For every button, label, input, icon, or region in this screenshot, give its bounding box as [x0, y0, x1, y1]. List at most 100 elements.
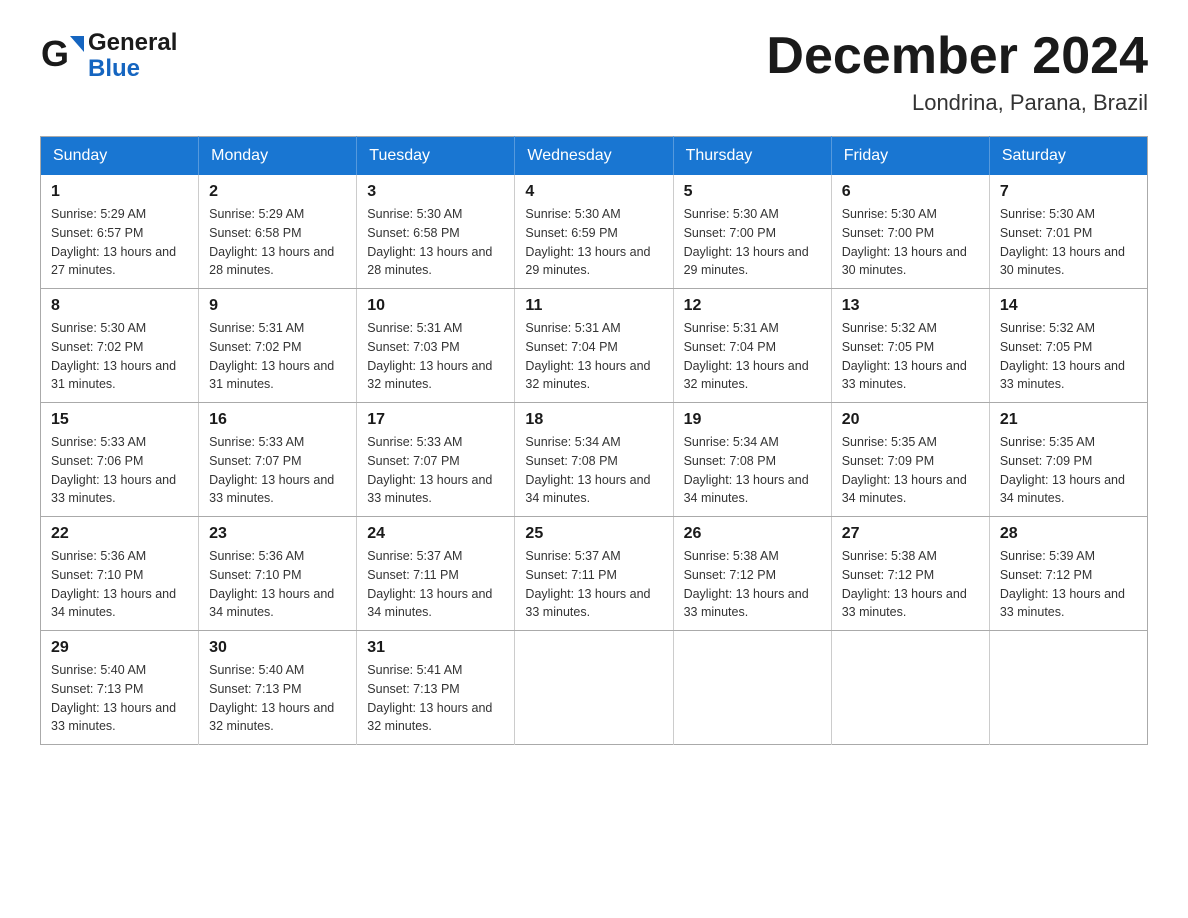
day-info: Sunrise: 5:30 AMSunset: 6:58 PMDaylight:… — [367, 205, 504, 280]
day-cell-31: 31 Sunrise: 5:41 AMSunset: 7:13 PMDayligh… — [357, 631, 515, 745]
day-cell-12: 12 Sunrise: 5:31 AMSunset: 7:04 PMDayligh… — [673, 289, 831, 403]
week-row-1: 1Sunrise: 5:29 AMSunset: 6:57 PMDaylight… — [41, 175, 1148, 289]
title-area: December 2024 Londrina, Parana, Brazil — [766, 30, 1148, 116]
day-cell-23: 23 Sunrise: 5:36 AMSunset: 7:10 PMDayligh… — [199, 517, 357, 631]
day-info: Sunrise: 5:29 AMSunset: 6:58 PMDaylight:… — [209, 205, 346, 280]
day-cell-2: 2 Sunrise: 5:29 AMSunset: 6:58 PMDaylight… — [199, 175, 357, 289]
day-number: 21 — [1000, 411, 1137, 429]
day-info: Sunrise: 5:30 AMSunset: 7:00 PMDaylight:… — [842, 205, 979, 280]
empty-cell — [989, 631, 1147, 745]
day-number: 1 — [51, 183, 188, 201]
day-number: 6 — [842, 183, 979, 201]
day-cell-1: 1Sunrise: 5:29 AMSunset: 6:57 PMDaylight… — [41, 175, 199, 289]
day-number: 9 — [209, 297, 346, 315]
day-number: 10 — [367, 297, 504, 315]
weekday-header-sunday: Sunday — [41, 137, 199, 176]
day-number: 7 — [1000, 183, 1137, 201]
day-info: Sunrise: 5:31 AMSunset: 7:03 PMDaylight:… — [367, 319, 504, 394]
day-cell-8: 8 Sunrise: 5:30 AMSunset: 7:02 PMDaylight… — [41, 289, 199, 403]
day-number: 22 — [51, 525, 188, 543]
day-number: 17 — [367, 411, 504, 429]
empty-cell — [831, 631, 989, 745]
day-info: Sunrise: 5:31 AMSunset: 7:04 PMDaylight:… — [525, 319, 662, 394]
day-info: Sunrise: 5:41 AMSunset: 7:13 PMDaylight:… — [367, 661, 504, 736]
day-cell-14: 14 Sunrise: 5:32 AMSunset: 7:05 PMDayligh… — [989, 289, 1147, 403]
day-number: 12 — [684, 297, 821, 315]
day-info: Sunrise: 5:35 AMSunset: 7:09 PMDaylight:… — [842, 433, 979, 508]
day-info: Sunrise: 5:36 AMSunset: 7:10 PMDaylight:… — [51, 547, 188, 622]
day-cell-3: 3 Sunrise: 5:30 AMSunset: 6:58 PMDaylight… — [357, 175, 515, 289]
day-number: 27 — [842, 525, 979, 543]
day-info: Sunrise: 5:30 AMSunset: 6:59 PMDaylight:… — [525, 205, 662, 280]
day-info: Sunrise: 5:31 AMSunset: 7:04 PMDaylight:… — [684, 319, 821, 394]
day-info: Sunrise: 5:30 AMSunset: 7:00 PMDaylight:… — [684, 205, 821, 280]
weekday-header-row: SundayMondayTuesdayWednesdayThursdayFrid… — [41, 137, 1148, 176]
logo-area: G General Blue — [40, 30, 177, 83]
day-cell-7: 7 Sunrise: 5:30 AMSunset: 7:01 PMDaylight… — [989, 175, 1147, 289]
weekday-header-wednesday: Wednesday — [515, 137, 673, 176]
weekday-header-friday: Friday — [831, 137, 989, 176]
empty-cell — [673, 631, 831, 745]
day-number: 19 — [684, 411, 821, 429]
day-info: Sunrise: 5:31 AMSunset: 7:02 PMDaylight:… — [209, 319, 346, 394]
day-number: 14 — [1000, 297, 1137, 315]
day-cell-22: 22 Sunrise: 5:36 AMSunset: 7:10 PMDayligh… — [41, 517, 199, 631]
day-info: Sunrise: 5:33 AMSunset: 7:07 PMDaylight:… — [209, 433, 346, 508]
day-info: Sunrise: 5:38 AMSunset: 7:12 PMDaylight:… — [842, 547, 979, 622]
month-year-title: December 2024 — [766, 30, 1148, 82]
day-info: Sunrise: 5:40 AMSunset: 7:13 PMDaylight:… — [209, 661, 346, 736]
day-number: 5 — [684, 183, 821, 201]
day-cell-16: 16 Sunrise: 5:33 AMSunset: 7:07 PMDayligh… — [199, 403, 357, 517]
day-cell-27: 27 Sunrise: 5:38 AMSunset: 7:12 PMDayligh… — [831, 517, 989, 631]
day-cell-15: 15Sunrise: 5:33 AMSunset: 7:06 PMDayligh… — [41, 403, 199, 517]
day-cell-30: 30Sunrise: 5:40 AMSunset: 7:13 PMDayligh… — [199, 631, 357, 745]
day-cell-13: 13Sunrise: 5:32 AMSunset: 7:05 PMDayligh… — [831, 289, 989, 403]
week-row-3: 15Sunrise: 5:33 AMSunset: 7:06 PMDayligh… — [41, 403, 1148, 517]
day-number: 25 — [525, 525, 662, 543]
day-number: 8 — [51, 297, 188, 315]
day-number: 23 — [209, 525, 346, 543]
day-cell-6: 6 Sunrise: 5:30 AMSunset: 7:00 PMDaylight… — [831, 175, 989, 289]
day-cell-20: 20 Sunrise: 5:35 AMSunset: 7:09 PMDayligh… — [831, 403, 989, 517]
day-cell-5: 5 Sunrise: 5:30 AMSunset: 7:00 PMDaylight… — [673, 175, 831, 289]
day-number: 3 — [367, 183, 504, 201]
day-number: 29 — [51, 639, 188, 657]
day-info: Sunrise: 5:39 AMSunset: 7:12 PMDaylight:… — [1000, 547, 1137, 622]
day-cell-26: 26 Sunrise: 5:38 AMSunset: 7:12 PMDayligh… — [673, 517, 831, 631]
day-number: 28 — [1000, 525, 1137, 543]
day-number: 16 — [209, 411, 346, 429]
weekday-header-tuesday: Tuesday — [357, 137, 515, 176]
logo: G General Blue — [40, 30, 177, 83]
day-cell-10: 10 Sunrise: 5:31 AMSunset: 7:03 PMDayligh… — [357, 289, 515, 403]
day-info: Sunrise: 5:36 AMSunset: 7:10 PMDaylight:… — [209, 547, 346, 622]
day-number: 11 — [525, 297, 662, 315]
day-info: Sunrise: 5:30 AMSunset: 7:02 PMDaylight:… — [51, 319, 188, 394]
day-info: Sunrise: 5:30 AMSunset: 7:01 PMDaylight:… — [1000, 205, 1137, 280]
weekday-header-thursday: Thursday — [673, 137, 831, 176]
day-info: Sunrise: 5:37 AMSunset: 7:11 PMDaylight:… — [367, 547, 504, 622]
day-cell-29: 29 Sunrise: 5:40 AMSunset: 7:13 PMDayligh… — [41, 631, 199, 745]
day-number: 26 — [684, 525, 821, 543]
day-info: Sunrise: 5:32 AMSunset: 7:05 PMDaylight:… — [1000, 319, 1137, 394]
day-number: 2 — [209, 183, 346, 201]
day-info: Sunrise: 5:40 AMSunset: 7:13 PMDaylight:… — [51, 661, 188, 736]
day-info: Sunrise: 5:34 AMSunset: 7:08 PMDaylight:… — [525, 433, 662, 508]
day-cell-18: 18Sunrise: 5:34 AMSunset: 7:08 PMDayligh… — [515, 403, 673, 517]
weekday-header-monday: Monday — [199, 137, 357, 176]
weekday-header-saturday: Saturday — [989, 137, 1147, 176]
day-cell-4: 4Sunrise: 5:30 AMSunset: 6:59 PMDaylight… — [515, 175, 673, 289]
location-subtitle: Londrina, Parana, Brazil — [766, 90, 1148, 116]
week-row-5: 29 Sunrise: 5:40 AMSunset: 7:13 PMDayligh… — [41, 631, 1148, 745]
day-number: 13 — [842, 297, 979, 315]
logo-svg-icon: G — [40, 34, 84, 78]
day-number: 31 — [367, 639, 504, 657]
svg-text:G: G — [41, 34, 69, 74]
day-cell-28: 28 Sunrise: 5:39 AMSunset: 7:12 PMDayligh… — [989, 517, 1147, 631]
day-info: Sunrise: 5:34 AMSunset: 7:08 PMDaylight:… — [684, 433, 821, 508]
week-row-4: 22 Sunrise: 5:36 AMSunset: 7:10 PMDayligh… — [41, 517, 1148, 631]
day-number: 20 — [842, 411, 979, 429]
day-info: Sunrise: 5:38 AMSunset: 7:12 PMDaylight:… — [684, 547, 821, 622]
day-number: 24 — [367, 525, 504, 543]
day-cell-9: 9 Sunrise: 5:31 AMSunset: 7:02 PMDaylight… — [199, 289, 357, 403]
logo-general-text: General — [88, 30, 177, 56]
